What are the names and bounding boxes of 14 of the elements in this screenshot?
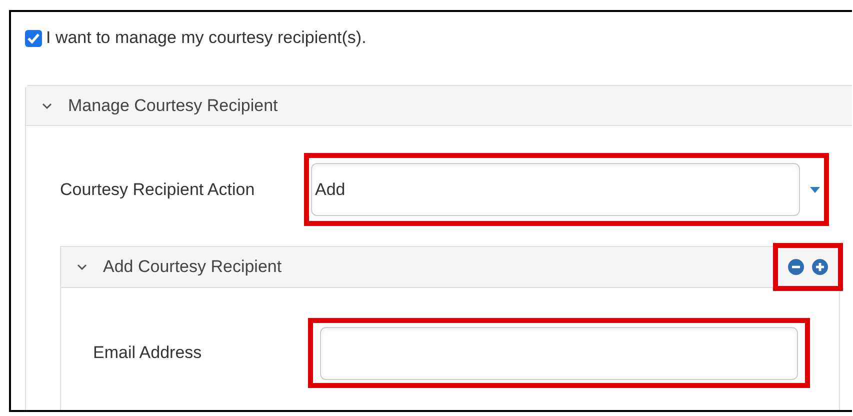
caret-icon[interactable]: [810, 186, 820, 192]
field-label: Courtesy Recipient Action: [60, 178, 256, 201]
panel-title: Manage Courtesy Recipient: [68, 94, 278, 117]
field-label: Email Address: [93, 342, 203, 364]
chevron-icon: [42, 102, 52, 110]
chevron-icon: [77, 263, 87, 271]
minus-circle-icon[interactable]: [788, 259, 804, 275]
panel-title: Add Courtesy Recipient: [103, 256, 283, 278]
checkbox[interactable]: [25, 30, 42, 46]
checkbox-label: I want to manage my courtesy recipient(s).: [46, 27, 366, 50]
plus-circle-icon[interactable]: [812, 259, 828, 275]
select-field[interactable]: Add: [311, 163, 800, 216]
panel-header[interactable]: Manage Courtesy Recipient: [26, 86, 852, 126]
email-field[interactable]: [320, 326, 798, 380]
